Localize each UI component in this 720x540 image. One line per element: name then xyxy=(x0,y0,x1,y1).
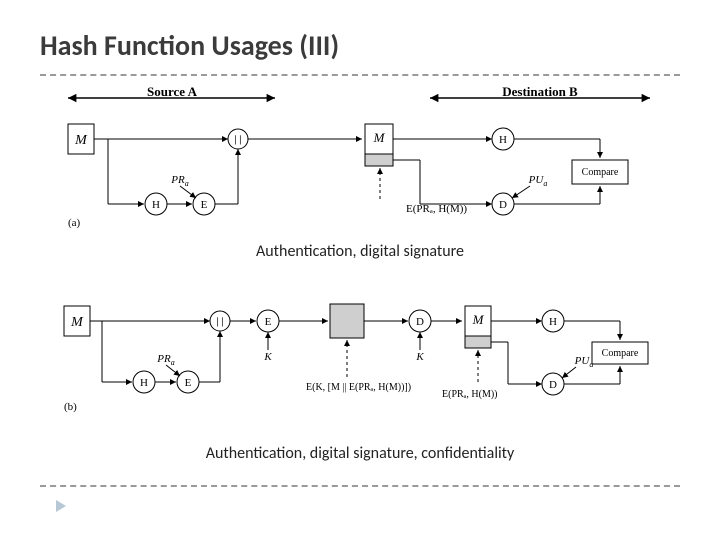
d-pua-b: D xyxy=(549,379,557,391)
slide: Hash Function Usages (III) Source A Dest… xyxy=(0,0,720,540)
concat-b: || xyxy=(215,315,224,328)
e-src-a: E xyxy=(201,199,208,211)
sig-block-b xyxy=(465,336,491,348)
diagram-b: M || H E PRa E K E(K, xyxy=(60,282,660,437)
h-src-b: H xyxy=(140,377,148,389)
panel-label-b: (b) xyxy=(64,401,77,413)
caption-b: Authentication, digital signature, confi… xyxy=(0,444,720,463)
h-src-a: H xyxy=(152,199,160,211)
box-m-src: M xyxy=(74,133,88,148)
cipher-block-b xyxy=(330,304,364,338)
header-dest: Destination B xyxy=(502,86,578,99)
k-enc-b: K xyxy=(263,351,272,363)
pua-a: PUa xyxy=(528,174,548,188)
d-k-b: D xyxy=(416,316,424,328)
panel-label-a: (a) xyxy=(68,217,81,229)
pra-a: PRa xyxy=(170,174,188,188)
box-m-dst-b: M xyxy=(472,312,485,327)
box-m-src-b: M xyxy=(70,315,84,330)
caption-a: Authentication, digital signature xyxy=(0,242,720,261)
h-dst-b: H xyxy=(549,316,557,328)
h-dst-a: H xyxy=(499,134,507,146)
divider-bottom xyxy=(40,485,680,487)
bullet-icon xyxy=(56,500,66,512)
formula-b2: E(PRₐ, H(M)) xyxy=(442,389,498,400)
diagram-a: Source A Destination B M || H E PRa xyxy=(60,86,660,236)
e-pra-b: E xyxy=(185,377,192,389)
compare-a: Compare xyxy=(582,167,619,178)
d-dst-a: D xyxy=(499,199,507,211)
concat-a: || xyxy=(233,133,242,146)
pra-b: PRa xyxy=(156,353,174,367)
page-title: Hash Function Usages (III) xyxy=(40,28,339,63)
sig-block-a xyxy=(365,154,393,166)
divider-top xyxy=(40,74,680,76)
formula-a: E(PRₐ, H(M)) xyxy=(406,203,467,215)
k-dec-b: K xyxy=(415,351,424,363)
e-k-b: E xyxy=(265,316,272,328)
box-m-dst-a: M xyxy=(373,130,386,145)
header-source: Source A xyxy=(147,86,198,99)
pua-b: PUa xyxy=(574,355,594,369)
formula-b1: E(K, [M || E(PRₐ, H(M))]) xyxy=(306,382,411,393)
compare-b: Compare xyxy=(602,348,639,359)
